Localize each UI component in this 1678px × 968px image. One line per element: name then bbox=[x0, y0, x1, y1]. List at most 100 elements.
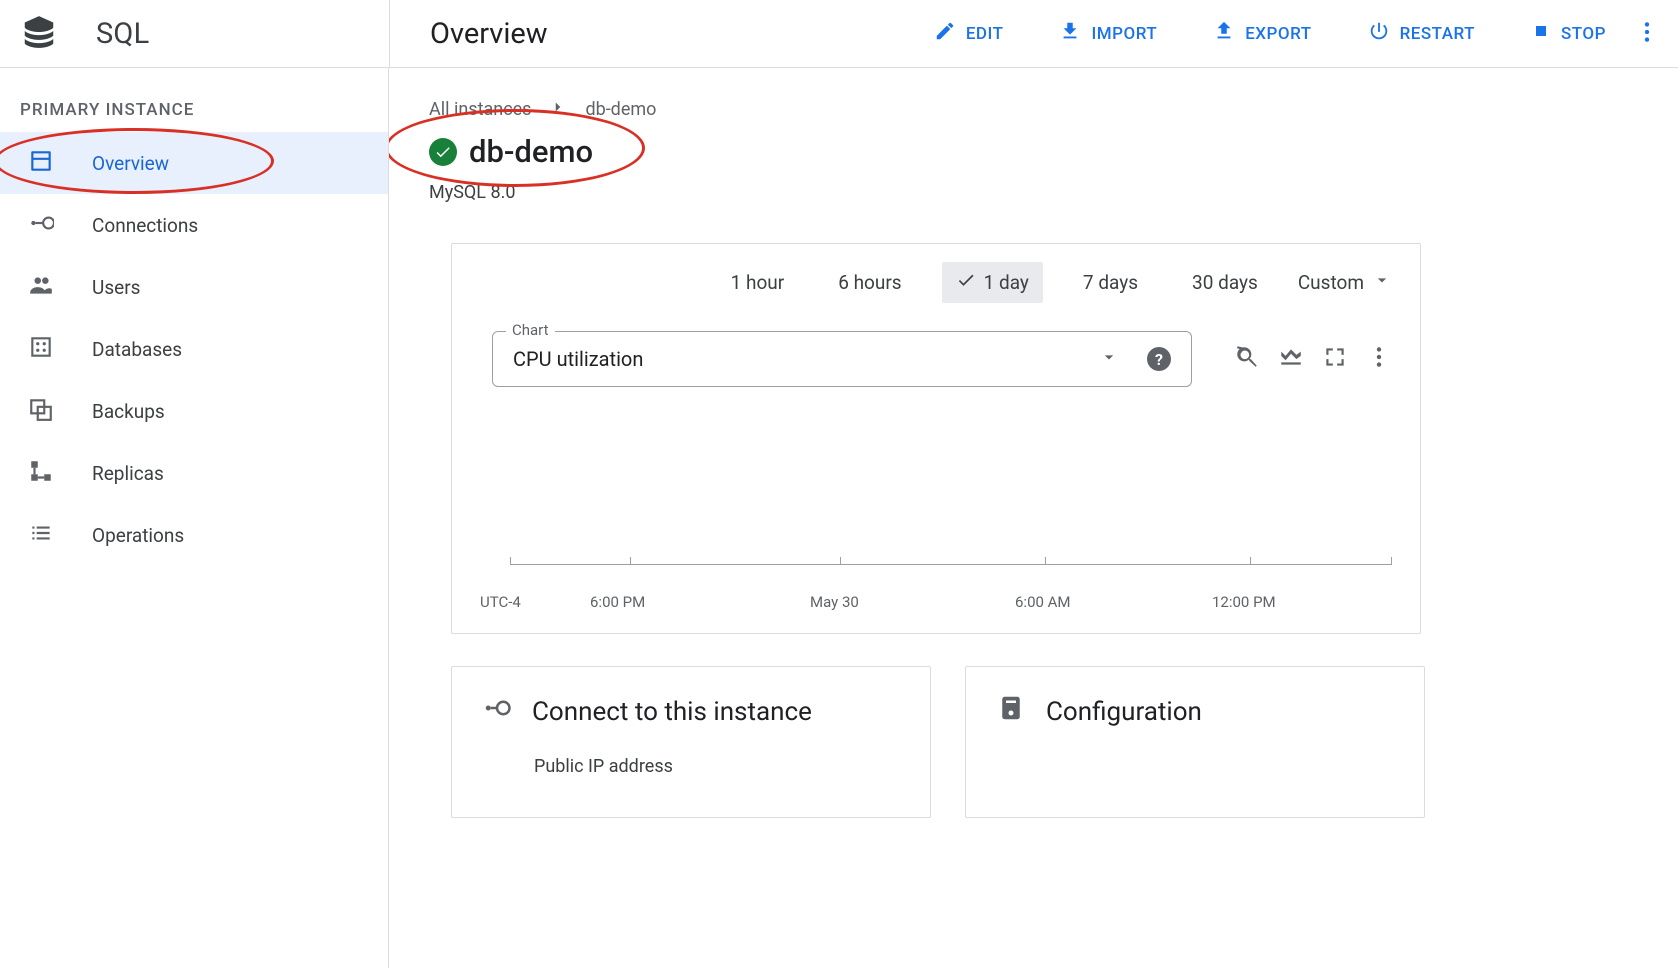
import-label: IMPORT bbox=[1091, 24, 1157, 44]
chart-tools bbox=[1234, 344, 1392, 374]
config-card-title-row: Configuration bbox=[996, 693, 1394, 730]
more-vert-icon bbox=[1634, 19, 1660, 49]
export-icon bbox=[1213, 20, 1235, 47]
more-actions-button[interactable] bbox=[1626, 13, 1668, 55]
sidebar-item-databases[interactable]: Databases bbox=[0, 318, 388, 380]
connect-icon bbox=[482, 693, 512, 730]
chart-x-axis bbox=[510, 564, 1392, 565]
connect-public-ip-label: Public IP address bbox=[534, 756, 900, 777]
users-icon bbox=[28, 272, 54, 303]
tick-mark bbox=[1250, 557, 1251, 565]
config-card: Configuration bbox=[965, 666, 1425, 818]
sidebar-item-label: Connections bbox=[92, 214, 198, 237]
main-content: All instances db-demo db-demo MySQL 8.0 … bbox=[389, 68, 1678, 968]
sidebar-caption: PRIMARY INSTANCE bbox=[0, 90, 388, 132]
breadcrumb: All instances db-demo bbox=[429, 98, 1622, 121]
legend-toggle-button[interactable] bbox=[1278, 344, 1304, 374]
range-1h[interactable]: 1 hour bbox=[717, 263, 799, 302]
db-version: MySQL 8.0 bbox=[429, 182, 1622, 203]
operations-icon bbox=[28, 520, 54, 551]
range-custom[interactable]: Custom bbox=[1298, 270, 1392, 295]
header-right: Overview EDIT IMPORT EXPORT RESTART STOP bbox=[389, 0, 1678, 67]
tick-mark bbox=[630, 557, 631, 565]
header-left: SQL bbox=[0, 0, 389, 67]
tick-mark bbox=[1391, 557, 1392, 565]
sidebar-item-operations[interactable]: Operations bbox=[0, 504, 388, 566]
sidebar: PRIMARY INSTANCE Overview Connections Us… bbox=[0, 68, 389, 968]
page-title: Overview bbox=[430, 17, 548, 51]
tick-label: May 30 bbox=[810, 593, 859, 611]
chevron-right-icon bbox=[549, 98, 567, 121]
chart-select-label: Chart bbox=[506, 321, 555, 339]
tick-mark bbox=[510, 557, 511, 565]
edit-button[interactable]: EDIT bbox=[934, 20, 1004, 47]
databases-icon bbox=[28, 334, 54, 365]
time-range-row: 1 hour 6 hours 1 day 7 days 30 days Cust… bbox=[480, 262, 1392, 303]
export-label: EXPORT bbox=[1245, 24, 1311, 44]
chart-select-wrap: Chart CPU utilization ? bbox=[492, 331, 1192, 387]
status-ok-icon bbox=[429, 138, 457, 166]
sql-logo-icon bbox=[20, 13, 58, 55]
help-icon[interactable]: ? bbox=[1147, 347, 1171, 371]
tick-label: 12:00 PM bbox=[1212, 593, 1276, 611]
range-6h[interactable]: 6 hours bbox=[824, 263, 915, 302]
stop-icon bbox=[1531, 21, 1551, 46]
tick-mark bbox=[1045, 557, 1046, 565]
chart-body: UTC-4 6:00 PM May 30 6:00 AM 12:00 PM bbox=[480, 415, 1392, 605]
fullscreen-button[interactable] bbox=[1322, 344, 1348, 374]
pencil-icon bbox=[934, 20, 956, 47]
range-1d[interactable]: 1 day bbox=[942, 262, 1043, 303]
backups-icon bbox=[28, 396, 54, 427]
import-icon bbox=[1059, 20, 1081, 47]
sidebar-item-label: Databases bbox=[92, 338, 182, 361]
bottom-cards-row: Connect to this instance Public IP addre… bbox=[451, 666, 1622, 818]
sidebar-item-label: Overview bbox=[92, 152, 169, 175]
sidebar-item-replicas[interactable]: Replicas bbox=[0, 442, 388, 504]
top-header: SQL Overview EDIT IMPORT EXPORT RESTART bbox=[0, 0, 1678, 68]
breadcrumb-current: db-demo bbox=[585, 99, 656, 120]
sidebar-item-users[interactable]: Users bbox=[0, 256, 388, 318]
config-icon bbox=[996, 693, 1026, 730]
sidebar-item-label: Users bbox=[92, 276, 140, 299]
product-title: SQL bbox=[96, 17, 149, 51]
tick-label: 6:00 AM bbox=[1015, 593, 1071, 611]
chart-more-button[interactable] bbox=[1366, 344, 1392, 374]
connections-icon bbox=[28, 210, 54, 241]
chart-card: 1 hour 6 hours 1 day 7 days 30 days Cust… bbox=[451, 243, 1421, 634]
zoom-reset-button[interactable] bbox=[1234, 344, 1260, 374]
instance-name: db-demo bbox=[469, 133, 593, 170]
stop-button[interactable]: STOP bbox=[1531, 21, 1606, 46]
import-button[interactable]: IMPORT bbox=[1059, 20, 1157, 47]
sidebar-item-label: Backups bbox=[92, 400, 165, 423]
edit-label: EDIT bbox=[966, 24, 1004, 44]
restart-button[interactable]: RESTART bbox=[1368, 20, 1475, 47]
connect-card-title-row: Connect to this instance bbox=[482, 693, 900, 730]
dropdown-icon bbox=[1099, 347, 1119, 372]
tick-label: UTC-4 bbox=[480, 593, 521, 611]
range-1d-label: 1 day bbox=[984, 271, 1029, 294]
connect-card: Connect to this instance Public IP addre… bbox=[451, 666, 931, 818]
action-buttons: EDIT IMPORT EXPORT RESTART STOP bbox=[934, 20, 1606, 47]
range-30d[interactable]: 30 days bbox=[1178, 263, 1272, 302]
sidebar-item-backups[interactable]: Backups bbox=[0, 380, 388, 442]
export-button[interactable]: EXPORT bbox=[1213, 20, 1311, 47]
sidebar-item-overview[interactable]: Overview bbox=[0, 132, 388, 194]
tick-label: 6:00 PM bbox=[590, 593, 645, 611]
sidebar-item-label: Operations bbox=[92, 524, 184, 547]
config-card-title: Configuration bbox=[1046, 697, 1202, 727]
overview-icon bbox=[28, 148, 54, 179]
check-icon bbox=[956, 270, 976, 295]
chart-header-row: Chart CPU utilization ? bbox=[480, 331, 1392, 387]
range-7d[interactable]: 7 days bbox=[1069, 263, 1152, 302]
breadcrumb-root-link[interactable]: All instances bbox=[429, 99, 531, 120]
restart-icon bbox=[1368, 20, 1390, 47]
chart-metric-value: CPU utilization bbox=[513, 347, 643, 371]
dropdown-icon bbox=[1372, 270, 1392, 295]
sidebar-item-connections[interactable]: Connections bbox=[0, 194, 388, 256]
sidebar-item-label: Replicas bbox=[92, 462, 164, 485]
chart-metric-select[interactable]: CPU utilization ? bbox=[492, 331, 1192, 387]
replicas-icon bbox=[28, 458, 54, 489]
restart-label: RESTART bbox=[1400, 24, 1475, 44]
stop-label: STOP bbox=[1561, 24, 1606, 44]
tick-mark bbox=[840, 557, 841, 565]
